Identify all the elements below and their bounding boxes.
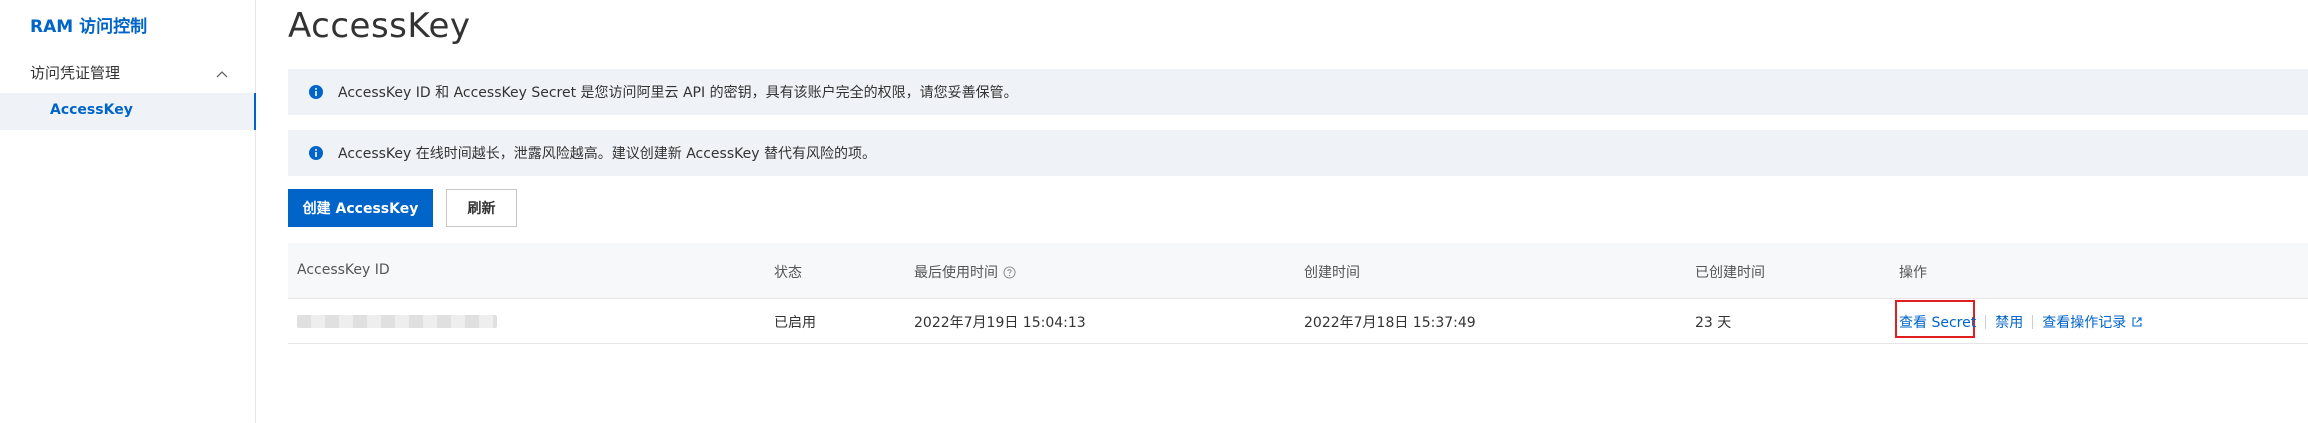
divider xyxy=(2032,315,2034,329)
disable-link[interactable]: 禁用 xyxy=(1995,315,2023,331)
sidebar-title[interactable]: RAM 访问控制 xyxy=(30,12,147,37)
sidebar-item-accesskey[interactable]: AccessKey xyxy=(0,93,256,130)
external-link-icon xyxy=(2132,317,2142,327)
created-cell: 2022年7月18日 15:37:49 xyxy=(1304,315,1476,331)
alert-text: AccessKey 在线时间越长，泄露风险越高。建议创建新 AccessKey … xyxy=(338,146,876,162)
sidebar: RAM 访问控制 访问凭证管理 AccessKey xyxy=(0,0,256,423)
column-header-label: 最后使用时间 xyxy=(914,265,998,281)
sidebar-group-credentials[interactable]: 访问凭证管理 xyxy=(0,58,256,88)
view-operation-log-label: 查看操作记录 xyxy=(2042,315,2127,331)
page-title: AccessKey xyxy=(288,6,471,46)
column-header-last-used: 最后使用时间 xyxy=(914,262,1016,282)
table-header: AccessKey ID 状态 最后使用时间 创建时间 已创建时间 操作 xyxy=(288,243,2308,299)
actions-cell: 查看 Secret 禁用 查看操作记录 xyxy=(1899,312,2143,332)
column-header: 状态 xyxy=(774,265,802,281)
column-header: AccessKey ID xyxy=(297,262,390,278)
masked-accesskey-id xyxy=(297,315,497,328)
refresh-button[interactable]: 刷新 xyxy=(446,189,517,227)
sidebar-group-label: 访问凭证管理 xyxy=(30,64,121,82)
help-icon[interactable] xyxy=(1003,266,1016,279)
column-header: 已创建时间 xyxy=(1695,265,1765,281)
main-content: AccessKey AccessKey ID 和 AccessKey Secre… xyxy=(288,0,2308,423)
view-secret-link[interactable]: 查看 Secret xyxy=(1899,315,1976,331)
chevron-up-icon xyxy=(216,71,228,78)
info-alert: AccessKey ID 和 AccessKey Secret 是您访问阿里云 … xyxy=(288,69,2308,115)
sidebar-item-label: AccessKey xyxy=(50,102,133,118)
table-row: 已启用 2022年7月19日 15:04:13 2022年7月18日 15:37… xyxy=(288,299,2308,344)
column-header: 创建时间 xyxy=(1304,265,1360,281)
alert-text: AccessKey ID 和 AccessKey Secret 是您访问阿里云 … xyxy=(338,85,1018,101)
divider xyxy=(1985,315,1987,329)
view-operation-log-link[interactable]: 查看操作记录 xyxy=(2042,315,2143,331)
last-used-cell: 2022年7月19日 15:04:13 xyxy=(914,315,1086,331)
info-alert: AccessKey 在线时间越长，泄露风险越高。建议创建新 AccessKey … xyxy=(288,130,2308,176)
status-cell: 已启用 xyxy=(774,315,816,331)
column-header: 操作 xyxy=(1899,265,1927,281)
info-icon xyxy=(309,146,323,160)
info-icon xyxy=(309,85,323,99)
age-cell: 23 天 xyxy=(1695,315,1732,331)
create-accesskey-button[interactable]: 创建 AccessKey xyxy=(288,189,433,227)
